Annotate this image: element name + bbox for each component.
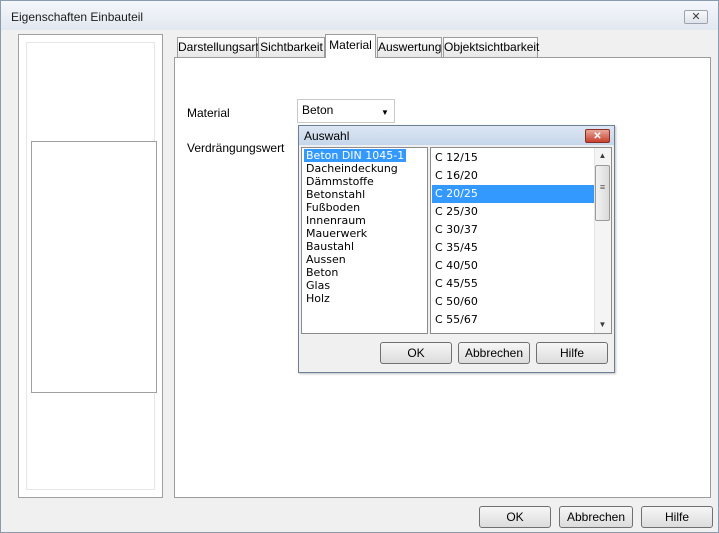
list-item[interactable]: C 20/25 (432, 185, 595, 203)
dialog-title: Auswahl (304, 129, 350, 143)
tab-auswertung[interactable]: Auswertung (377, 37, 442, 57)
tab-sichtbarkeit[interactable]: Sichtbarkeit (258, 37, 325, 57)
list-item[interactable]: C 16/20 (432, 167, 595, 185)
scroll-up-arrow-icon[interactable]: ▲ (594, 148, 611, 164)
grip-icon: ≡ (599, 182, 606, 192)
window-close-button[interactable]: ✕ (684, 10, 708, 24)
tab-darstellungsart[interactable]: Darstellungsart (177, 37, 259, 57)
list-item[interactable]: Fußboden (304, 201, 362, 214)
dialog-help-button[interactable]: Hilfe (536, 342, 608, 364)
dialog-cancel-button[interactable]: Abbrechen (458, 342, 530, 364)
material-dropdown-value: Beton (302, 103, 334, 117)
list-item[interactable]: Beton DIN 1045-1 (304, 149, 407, 162)
chevron-down-icon[interactable]: ▼ (381, 108, 389, 117)
list-item[interactable]: Mauerwerk (304, 227, 369, 240)
dialog-ok-button[interactable]: OK (380, 342, 452, 364)
list-item[interactable]: C 55/67 (432, 311, 595, 329)
material-label: Material (187, 106, 230, 120)
list-item[interactable]: Baustahl (304, 240, 356, 253)
list-item[interactable]: C 35/45 (432, 239, 595, 257)
list-item[interactable]: C 30/37 (432, 221, 595, 239)
tab-objektsichtbarkeit[interactable]: Objektsichtbarkeit (443, 37, 539, 57)
list-item[interactable]: Betonstahl (304, 188, 367, 201)
tab-material[interactable]: Material (325, 34, 376, 58)
cancel-button[interactable]: Abbrechen (559, 506, 633, 528)
ok-button[interactable]: OK (479, 506, 551, 528)
list-item[interactable]: Dämmstoffe (304, 175, 376, 188)
help-button[interactable]: Hilfe (641, 506, 713, 528)
scroll-down-arrow-icon[interactable]: ▼ (594, 317, 611, 333)
list-item[interactable]: C 45/55 (432, 275, 595, 293)
scrollbar-thumb[interactable] (595, 165, 610, 221)
list-item[interactable]: Glas (304, 279, 332, 292)
list-item[interactable]: C 25/30 (432, 203, 595, 221)
list-item[interactable]: C 12/15 (432, 149, 595, 167)
close-icon: ✕ (691, 11, 701, 23)
list-item[interactable]: Innenraum (304, 214, 368, 227)
list-item[interactable]: Dacheindeckung (304, 162, 400, 175)
list-item[interactable]: Holz (304, 292, 332, 305)
list-item[interactable]: C 40/50 (432, 257, 595, 275)
list-item[interactable]: Aussen (304, 253, 348, 266)
preview-frame (31, 141, 157, 393)
displacement-label: Verdrängungswert (187, 141, 285, 155)
material-category-list[interactable]: Beton DIN 1045-1 Dacheindeckung Dämmstof… (301, 147, 428, 334)
close-icon: ✕ (593, 131, 602, 142)
list-item[interactable]: Beton (304, 266, 340, 279)
list-item[interactable]: C 50/60 (432, 293, 595, 311)
window-title: Eigenschaften Einbauteil (11, 10, 144, 24)
dialog-close-button[interactable]: ✕ (585, 129, 610, 143)
material-grade-list[interactable]: C 12/15 C 16/20 C 20/25 C 25/30 C 30/37 … (430, 147, 612, 334)
